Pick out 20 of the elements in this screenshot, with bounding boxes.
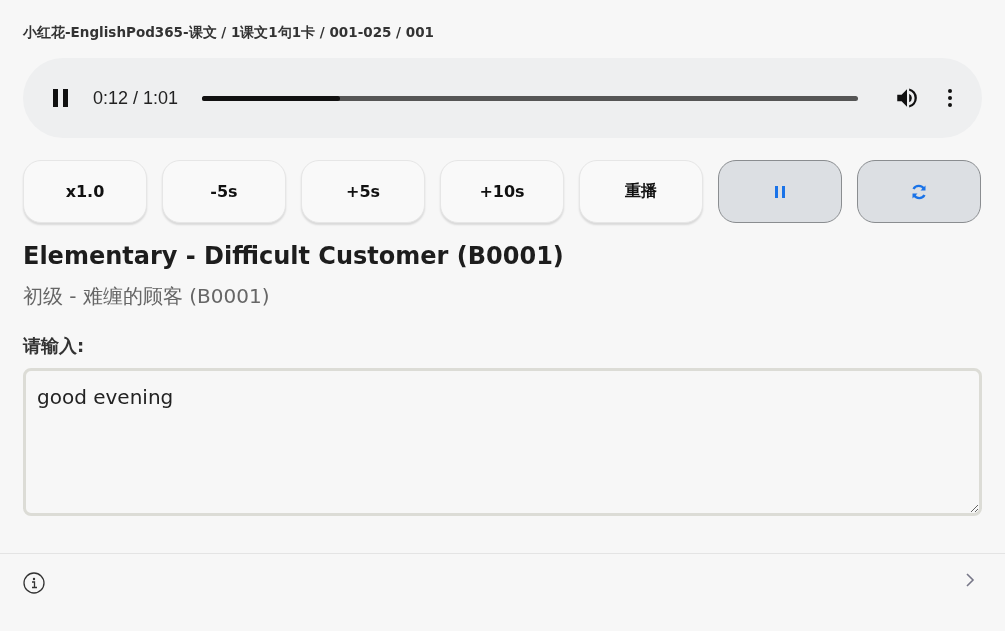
input-label: 请输入: [23,334,86,358]
lesson-title: Elementary - Difficult Customer (B0001) [23,241,565,272]
repeat-button[interactable] [857,160,981,223]
chevron-right-icon[interactable] [965,572,975,588]
refresh-icon [910,182,928,201]
info-icon[interactable] [23,572,45,594]
breadcrumb: 小红花-EnglishPod365-课文 / 1课文1句1卡 / 001-025 / 001 [23,24,435,42]
time-display: 0:12 / 1:01 [93,87,179,109]
answer-box[interactable]: good evening [23,368,982,516]
control-button[interactable]: x1.0 [23,160,147,223]
progress-track[interactable] [202,95,858,101]
control-button[interactable]: -5s [162,160,286,223]
control-button[interactable]: 重播 [579,160,703,223]
pause-icon[interactable] [53,89,69,107]
pause-icon [774,184,786,199]
lesson-subtitle: 初级 - 难缠的顾客 (B0001) [23,283,271,310]
control-button[interactable]: +5s [301,160,425,223]
pause-button[interactable] [718,160,842,223]
more-icon[interactable] [948,89,952,107]
control-button[interactable]: +10s [440,160,564,223]
